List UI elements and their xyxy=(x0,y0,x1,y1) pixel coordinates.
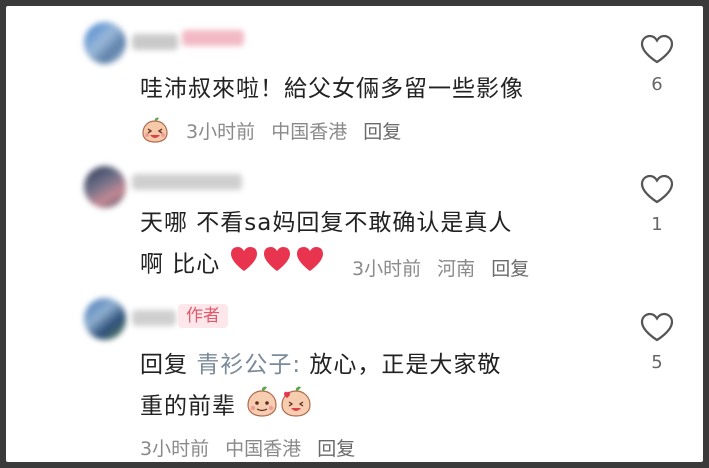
comment-text: 重的前辈 xyxy=(140,393,236,420)
comment-location: 中国香港 xyxy=(271,121,348,143)
like-control: 1 xyxy=(638,174,676,235)
reply-button[interactable]: 回复 xyxy=(317,438,355,460)
like-count: 5 xyxy=(651,352,663,373)
comment-meta: 3小时前 中国香港 回复 xyxy=(140,116,411,149)
avatar[interactable] xyxy=(84,298,126,340)
heart-outline-icon[interactable] xyxy=(640,312,674,342)
username-blurred[interactable] xyxy=(132,34,178,50)
like-control: 6 xyxy=(638,34,676,95)
avatar[interactable] xyxy=(84,22,126,64)
reply-prefix: 回复 xyxy=(140,352,188,378)
comment-time: 3小时前 xyxy=(352,258,422,280)
comment-panel: 哇沛叔來啦！給父女倆多留一些影像 3小时前 中国香港 回复 6 天哪 不看sa妈… xyxy=(6,6,703,462)
comment-time: 3小时前 xyxy=(140,438,210,460)
comment-text-line1: 回复 青衫公子: 放心，正是大家敬 xyxy=(140,346,501,384)
comment-text: 啊 比心 xyxy=(140,251,221,278)
like-count: 1 xyxy=(651,214,663,235)
comment-location: 中国香港 xyxy=(225,438,302,460)
avatar[interactable] xyxy=(84,166,126,208)
comment-text-line2: 啊 比心 xyxy=(140,244,325,286)
username-blurred[interactable] xyxy=(132,174,242,190)
comment-text: 哇沛叔來啦！給父女倆多留一些影像 xyxy=(140,76,524,102)
comment-time: 3小时前 xyxy=(186,121,256,143)
comment-text: 放心，正是大家敬 xyxy=(309,352,502,378)
comment-location: 河南 xyxy=(437,258,476,280)
reply-to-user[interactable]: 青衫公子: xyxy=(196,352,301,378)
red-heart-emoji xyxy=(229,244,325,286)
comment-text-line1: 天哪 不看sa妈回复不敢确认是真人 xyxy=(140,210,513,236)
heart-outline-icon[interactable] xyxy=(640,34,674,64)
author-tag: 作者 xyxy=(178,304,228,328)
comment-meta: 3小时前 河南 回复 xyxy=(352,254,539,281)
peach-face-emojis xyxy=(244,384,314,430)
like-count: 6 xyxy=(651,74,663,95)
comment-text-line2: 重的前辈 xyxy=(140,384,314,430)
heart-outline-icon[interactable] xyxy=(640,174,674,204)
comment-meta: 3小时前 中国香港 回复 xyxy=(140,434,365,461)
reply-button[interactable]: 回复 xyxy=(491,258,529,280)
like-control: 5 xyxy=(638,312,676,373)
reply-button[interactable]: 回复 xyxy=(363,121,401,143)
laughing-peach-emoji xyxy=(140,116,170,149)
username-blurred[interactable] xyxy=(132,310,176,326)
username-blurred[interactable] xyxy=(182,30,244,46)
